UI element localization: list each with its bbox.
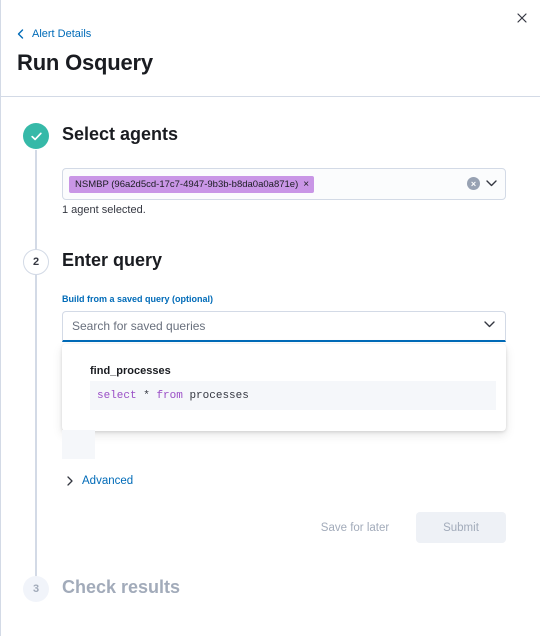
chevron-right-icon xyxy=(67,476,73,486)
step-3-title: Check results xyxy=(62,577,181,597)
selected-agent-label: NSMBP (96a2d5cd-17c7-4947-9b3b-b8da0a0a8… xyxy=(75,178,299,190)
saved-query-placeholder: Search for saved queries xyxy=(72,319,206,333)
steps-connector-line xyxy=(35,150,37,580)
chevron-down-icon[interactable] xyxy=(484,321,495,328)
combobox-controls: × xyxy=(467,177,497,190)
sql-keyword: from xyxy=(156,389,183,402)
back-link-label: Alert Details xyxy=(32,28,92,40)
saved-query-search-input[interactable]: Search for saved queries xyxy=(62,311,506,342)
saved-query-label: Build from a saved query (optional) xyxy=(62,294,214,304)
step-2-indicator: 2 xyxy=(23,249,49,275)
saved-query-option-code[interactable]: select * from processes xyxy=(90,381,496,410)
step-1-title: Select agents xyxy=(62,124,179,144)
chevron-left-icon xyxy=(17,29,24,39)
chevron-down-icon[interactable] xyxy=(486,180,497,187)
flyout-header: Alert Details Run Osquery xyxy=(1,0,540,97)
query-editor[interactable] xyxy=(62,430,95,459)
page-title: Run Osquery xyxy=(17,50,153,75)
check-icon xyxy=(30,132,42,140)
clear-icon[interactable]: × xyxy=(467,177,480,190)
sql-token: processes xyxy=(189,389,249,402)
back-to-alert-details-link[interactable]: Alert Details xyxy=(17,28,91,40)
saved-query-option-query: select * from processes xyxy=(97,390,249,402)
sql-keyword: select xyxy=(97,389,137,402)
step-3-indicator: 3 xyxy=(23,576,49,602)
save-for-later-button[interactable]: Save for later xyxy=(307,512,403,543)
run-osquery-flyout: Alert Details Run Osquery Select agents … xyxy=(0,0,540,636)
agents-combobox[interactable]: NSMBP (96a2d5cd-17c7-4947-9b3b-b8da0a0a8… xyxy=(62,168,506,200)
selected-agent-pill: NSMBP (96a2d5cd-17c7-4947-9b3b-b8da0a0a8… xyxy=(69,175,315,193)
saved-query-dropdown: find_processes select * from processes xyxy=(62,344,506,431)
step-2-title: Enter query xyxy=(62,250,163,270)
submit-button[interactable]: Submit xyxy=(416,512,506,543)
remove-agent-icon[interactable]: × xyxy=(303,176,309,193)
saved-query-option-name[interactable]: find_processes xyxy=(90,365,171,377)
advanced-toggle[interactable]: Advanced xyxy=(67,475,133,487)
sql-token: * xyxy=(143,389,150,402)
agents-selected-count: 1 agent selected. xyxy=(62,204,146,216)
step-1-complete-indicator xyxy=(23,123,49,149)
advanced-label: Advanced xyxy=(82,475,134,487)
